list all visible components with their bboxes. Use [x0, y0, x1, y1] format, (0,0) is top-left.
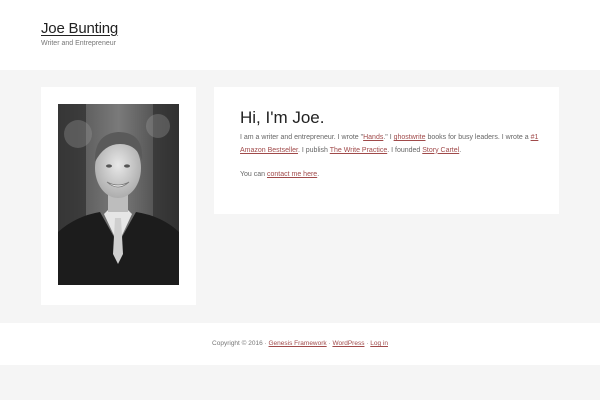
text: books for busy leaders. I wrote a: [425, 134, 531, 141]
text: .: [459, 146, 462, 154]
text: You can: [240, 171, 267, 178]
contact-paragraph: You can contact me here.: [240, 169, 540, 182]
link-contact[interactable]: contact me here: [267, 171, 317, 178]
intro-paragraph: I am a writer and entrepreneur. I wrote …: [240, 132, 540, 157]
text: . I founded: [387, 146, 423, 154]
photo-card: [41, 87, 196, 305]
intro-heading: Hi, I'm Joe.: [240, 108, 325, 127]
text: . I publish: [297, 146, 330, 154]
link-hands[interactable]: Hands: [363, 134, 383, 141]
link-write-practice[interactable]: The Write Practice: [330, 147, 387, 154]
intro-card: Hi, I'm Joe. I am a writer and entrepren…: [214, 87, 559, 214]
text: .: [317, 171, 320, 178]
text: I am a writer and entrepreneur. I wrote …: [240, 134, 364, 141]
link-genesis-framework[interactable]: Genesis Framework: [269, 340, 327, 347]
link-ghostwrite[interactable]: ghostwrite: [394, 134, 426, 141]
site-footer: Copyright © 2016 · Genesis Framework · W…: [0, 323, 600, 365]
site-title-link[interactable]: Joe Bunting: [41, 20, 118, 37]
link-login[interactable]: Log in: [370, 340, 388, 347]
site-header: Joe Bunting Writer and Entrepreneur: [0, 0, 600, 70]
link-wordpress[interactable]: WordPress: [332, 340, 364, 347]
link-story-cartel[interactable]: Story Cartel: [422, 147, 459, 154]
portrait-photo: [58, 104, 179, 285]
text: ." I: [383, 134, 394, 141]
site-description: Writer and Entrepreneur: [41, 40, 116, 47]
copyright-text: Copyright © 2016 ·: [212, 340, 269, 347]
